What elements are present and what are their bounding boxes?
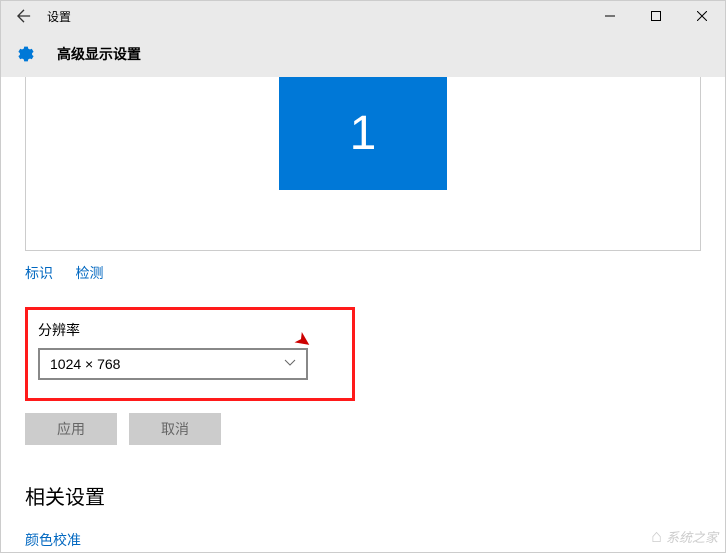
detect-link[interactable]: 检测 [75,265,103,281]
monitor-thumbnail[interactable]: 1 [279,77,447,190]
window-title: 设置 [47,8,71,25]
close-icon [697,11,707,21]
gear-icon [15,43,37,65]
close-button[interactable] [679,1,725,31]
monitor-number: 1 [350,106,377,161]
minimize-button[interactable] [587,1,633,31]
apply-button[interactable]: 应用 [25,413,117,445]
minimize-icon [605,11,615,21]
back-arrow-icon [17,9,31,23]
display-preview-area: 1 [25,77,701,251]
watermark-text: 系统之家 [666,527,718,546]
maximize-button[interactable] [633,1,679,31]
resolution-label: 分辨率 [38,320,338,340]
back-button[interactable] [9,1,39,31]
page-title: 高级显示设置 [57,44,141,64]
action-buttons: 应用 取消 [25,413,701,445]
cancel-button[interactable]: 取消 [129,413,221,445]
resolution-section: ➤ 分辨率 1024 × 768 [25,307,355,401]
color-calibration-link[interactable]: 颜色校准 [25,532,81,548]
titlebar: 设置 [1,1,725,31]
display-actions: 标识 检测 [25,263,701,283]
chevron-down-icon [284,359,296,370]
identify-link[interactable]: 标识 [25,265,53,281]
maximize-icon [651,11,661,21]
resolution-dropdown[interactable]: 1024 × 768 [38,348,308,380]
page-header: 高级显示设置 [1,31,725,77]
resolution-value: 1024 × 768 [50,356,120,372]
watermark: ⌂ 系统之家 [651,526,718,547]
watermark-house-icon: ⌂ [651,526,662,547]
related-settings-heading: 相关设置 [25,481,701,510]
